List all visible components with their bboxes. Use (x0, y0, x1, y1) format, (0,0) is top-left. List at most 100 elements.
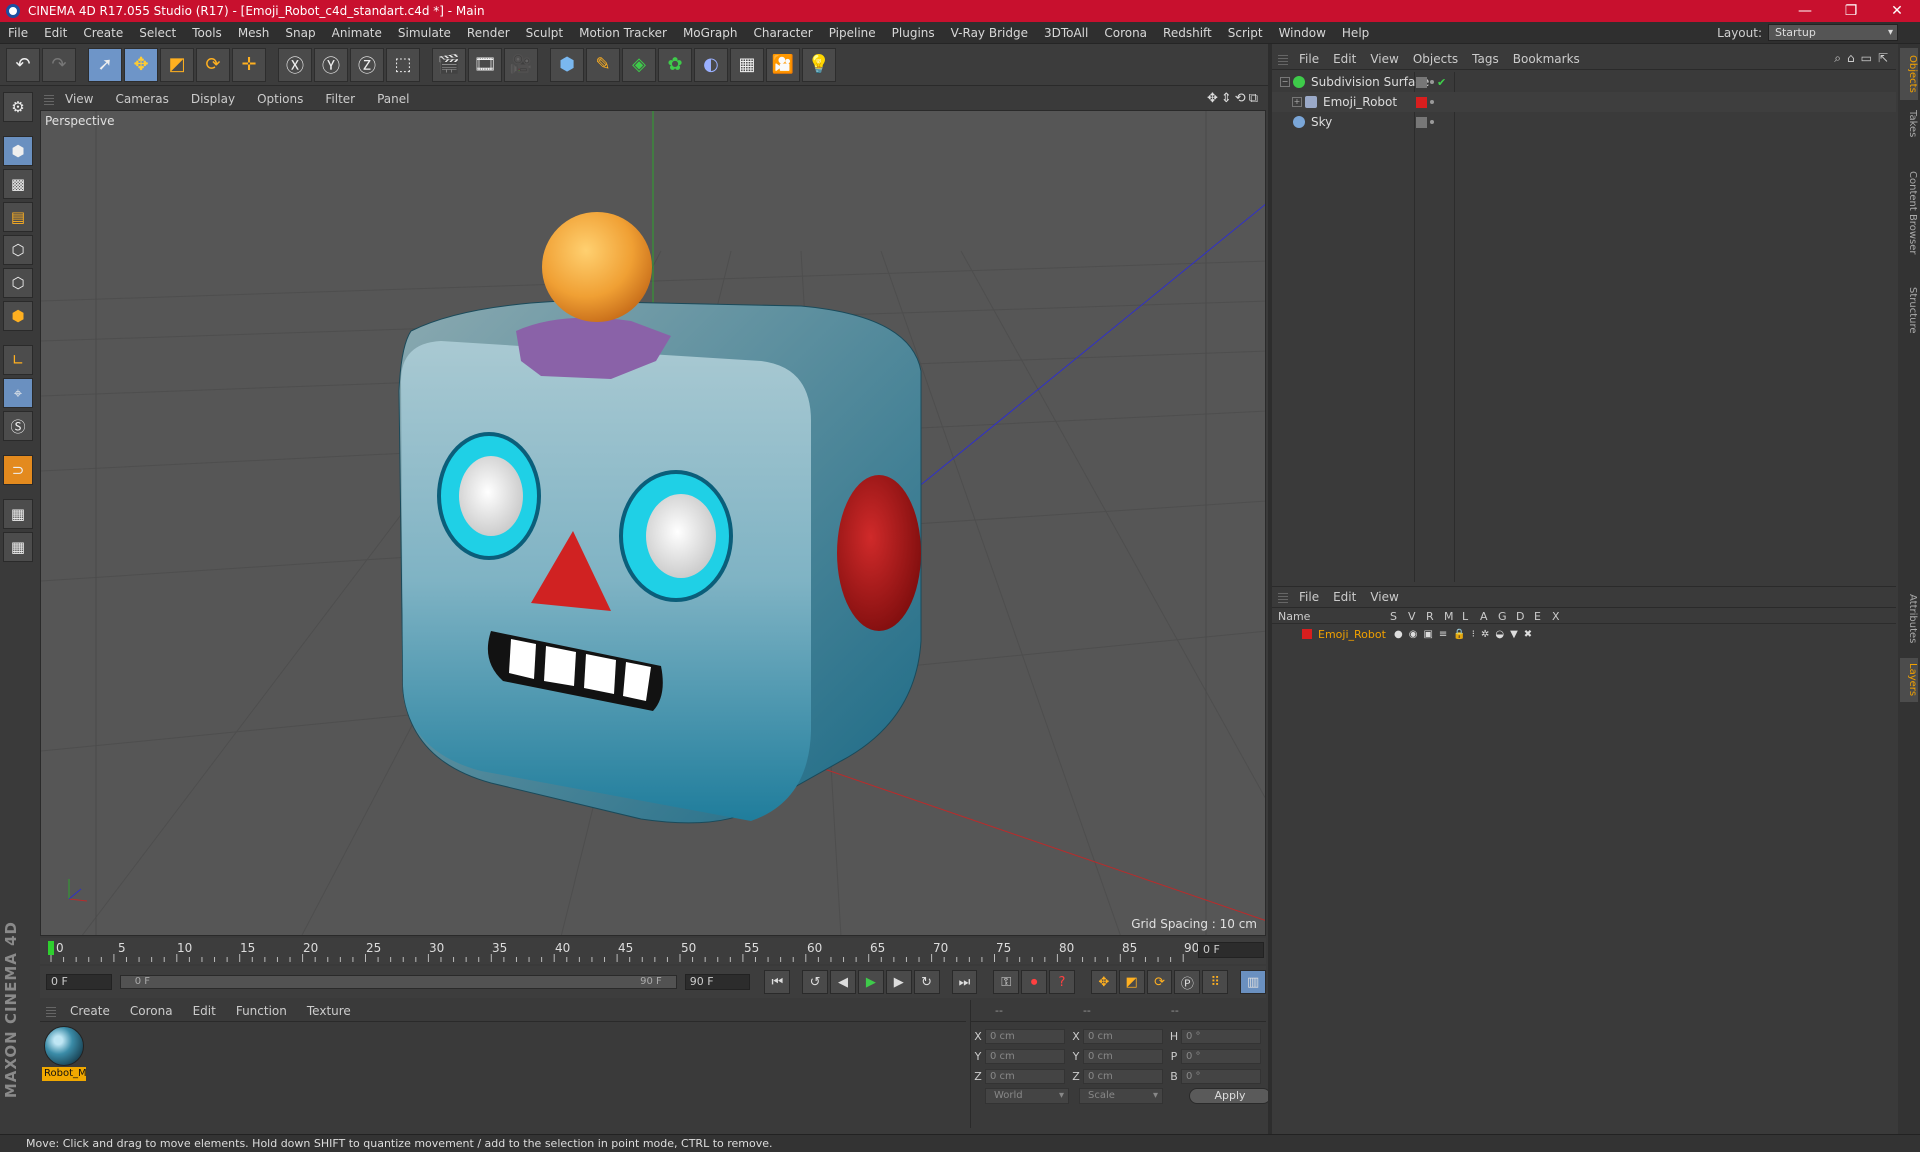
lock-icon[interactable]: ▭ (1861, 51, 1872, 66)
menu-tools[interactable]: Tools (184, 26, 230, 40)
lock-icon[interactable]: 🔒 (1453, 629, 1465, 640)
viewport-menu-display[interactable]: Display (180, 92, 246, 106)
eye-icon[interactable]: ◉ (1409, 629, 1418, 640)
menu-plugins[interactable]: Plugins (884, 26, 943, 40)
material-preview-swatch[interactable] (44, 1026, 84, 1066)
camera-button[interactable]: 🎦 (766, 47, 800, 82)
object-row[interactable]: Sky (1272, 112, 1896, 132)
live-selection-button[interactable]: ➚ (88, 47, 122, 82)
rotate-tool-button[interactable]: ⟳ (196, 47, 230, 82)
visibility-dot-icon[interactable] (1430, 100, 1434, 104)
expand-toggle-icon[interactable]: + (1292, 97, 1302, 107)
floor-scene-button[interactable]: ▦ (730, 47, 764, 82)
autokey-button[interactable]: ? (1049, 970, 1075, 994)
expand-icon[interactable]: ⇱ (1878, 51, 1888, 66)
menu-character[interactable]: Character (745, 26, 820, 40)
menu-help[interactable]: Help (1334, 26, 1377, 40)
menu-pipeline[interactable]: Pipeline (821, 26, 884, 40)
cube-primitive-button[interactable]: ⬢ (550, 47, 584, 82)
material-name[interactable]: Robot_M (42, 1067, 86, 1081)
generator-icon[interactable]: ✲ (1481, 629, 1489, 640)
tab-content-browser[interactable]: Content Browser (1900, 148, 1918, 278)
apply-button[interactable]: Apply (1189, 1088, 1271, 1104)
size-x-field[interactable]: 0 cm (1083, 1028, 1163, 1044)
edges-mode-button[interactable]: ⬡ (3, 268, 33, 298)
menu-vray-bridge[interactable]: V-Ray Bridge (943, 26, 1036, 40)
tab-attributes[interactable]: Attributes (1900, 584, 1918, 654)
size-z-field[interactable]: 0 cm (1083, 1068, 1163, 1084)
layers-menu-view[interactable]: View (1363, 590, 1405, 604)
object-name[interactable]: Sky (1311, 115, 1332, 129)
subdivision-generator-button[interactable]: ◈ (622, 47, 656, 82)
visibility-dot-icon[interactable] (1430, 80, 1434, 84)
move-tool-button[interactable]: ✥ (124, 47, 158, 82)
x-axis-lock-button[interactable]: Ⓧ (278, 47, 312, 82)
menu-mograph[interactable]: MoGraph (675, 26, 746, 40)
home-icon[interactable]: ⌂ (1847, 51, 1855, 66)
layer-name[interactable]: Emoji_Robot (1318, 628, 1386, 641)
pan-icon[interactable]: ✥ (1207, 91, 1218, 106)
xref-icon[interactable]: ✖ (1524, 629, 1532, 640)
deformer-button[interactable]: ◐ (694, 47, 728, 82)
scale-tool-button[interactable]: ◩ (160, 47, 194, 82)
prev-frame-button[interactable]: ◀ (830, 970, 856, 994)
tweak-mode-button[interactable]: ⌖ (3, 378, 33, 408)
render-picture-viewer-button[interactable]: 🎞 (468, 47, 502, 82)
layers-menu-edit[interactable]: Edit (1326, 590, 1363, 604)
menu-create[interactable]: Create (75, 26, 131, 40)
magnet-button[interactable]: ⊃ (3, 455, 33, 485)
points-mode-button[interactable]: ⬡ (3, 235, 33, 265)
render-view-button[interactable]: 🎬 (432, 47, 466, 82)
tab-takes[interactable]: Takes (1900, 104, 1918, 144)
expression-icon[interactable]: ▼ (1510, 629, 1518, 640)
object-row[interactable]: − Subdivision Surface ✔ (1272, 72, 1896, 92)
record-scale-button[interactable]: ◩ (1118, 970, 1145, 994)
light-button[interactable]: 💡 (802, 47, 836, 82)
objects-menu-file[interactable]: File (1292, 52, 1326, 66)
minimize-button[interactable]: — (1782, 0, 1828, 22)
deformer-icon[interactable]: ◒ (1495, 629, 1504, 640)
object-name[interactable]: Subdivision Surface (1311, 75, 1429, 89)
record-rotation-button[interactable]: ⟳ (1146, 970, 1173, 994)
coordinate-system-button[interactable]: ⬚ (386, 47, 420, 82)
menu-edit[interactable]: Edit (36, 26, 75, 40)
viewport-menu-cameras[interactable]: Cameras (104, 92, 179, 106)
goto-start-button[interactable]: ⏮ (764, 970, 791, 994)
tab-structure[interactable]: Structure (1900, 282, 1918, 338)
cloner-array-button[interactable]: ✿ (658, 47, 692, 82)
layer-color-swatch[interactable] (1302, 629, 1312, 639)
viewport-menu-view[interactable]: View (54, 92, 104, 106)
tab-objects[interactable]: Objects (1900, 48, 1918, 100)
menu-corona[interactable]: Corona (1096, 26, 1155, 40)
goto-end-button[interactable]: ⏭ (951, 970, 978, 994)
model-mode-button[interactable]: ⬢ (3, 136, 33, 166)
workplane-mode-button[interactable]: ▤ (3, 202, 33, 232)
redo-button[interactable]: ↷ (42, 47, 76, 82)
position-z-field[interactable]: 0 cm (985, 1068, 1065, 1084)
collapse-toggle-icon[interactable]: − (1280, 77, 1290, 87)
menu-select[interactable]: Select (131, 26, 184, 40)
menu-redshift[interactable]: Redshift (1155, 26, 1220, 40)
object-name[interactable]: Emoji_Robot (1323, 95, 1397, 109)
solo-dot-icon[interactable]: ● (1394, 629, 1403, 640)
start-frame-field[interactable]: 0 F (46, 974, 112, 990)
menu-file[interactable]: File (0, 26, 36, 40)
current-frame-field[interactable]: 0 F (1198, 942, 1264, 958)
material-menu-edit[interactable]: Edit (183, 1004, 226, 1018)
pen-spline-button[interactable]: ✎ (586, 47, 620, 82)
record-parameter-button[interactable]: Ⓟ (1174, 970, 1201, 994)
zoom-icon[interactable]: ⇕ (1221, 91, 1232, 106)
menu-render[interactable]: Render (459, 26, 518, 40)
planar-workplane-button[interactable]: ▦ (3, 532, 33, 562)
rotation-h-field[interactable]: 0 ° (1181, 1028, 1261, 1044)
manager-icon[interactable]: ≡ (1439, 629, 1447, 640)
recent-tool-button[interactable]: ✛ (232, 47, 266, 82)
material-menu-texture[interactable]: Texture (297, 1004, 361, 1018)
object-row[interactable]: + Emoji_Robot (1272, 92, 1896, 112)
snap-button[interactable]: Ⓢ (3, 411, 33, 441)
animation-icon[interactable]: ⁝ (1472, 629, 1475, 640)
objects-menu-tags[interactable]: Tags (1465, 52, 1506, 66)
menu-window[interactable]: Window (1271, 26, 1334, 40)
motion-record-button[interactable]: ⚿ (993, 970, 1020, 994)
position-y-field[interactable]: 0 cm (985, 1048, 1065, 1064)
